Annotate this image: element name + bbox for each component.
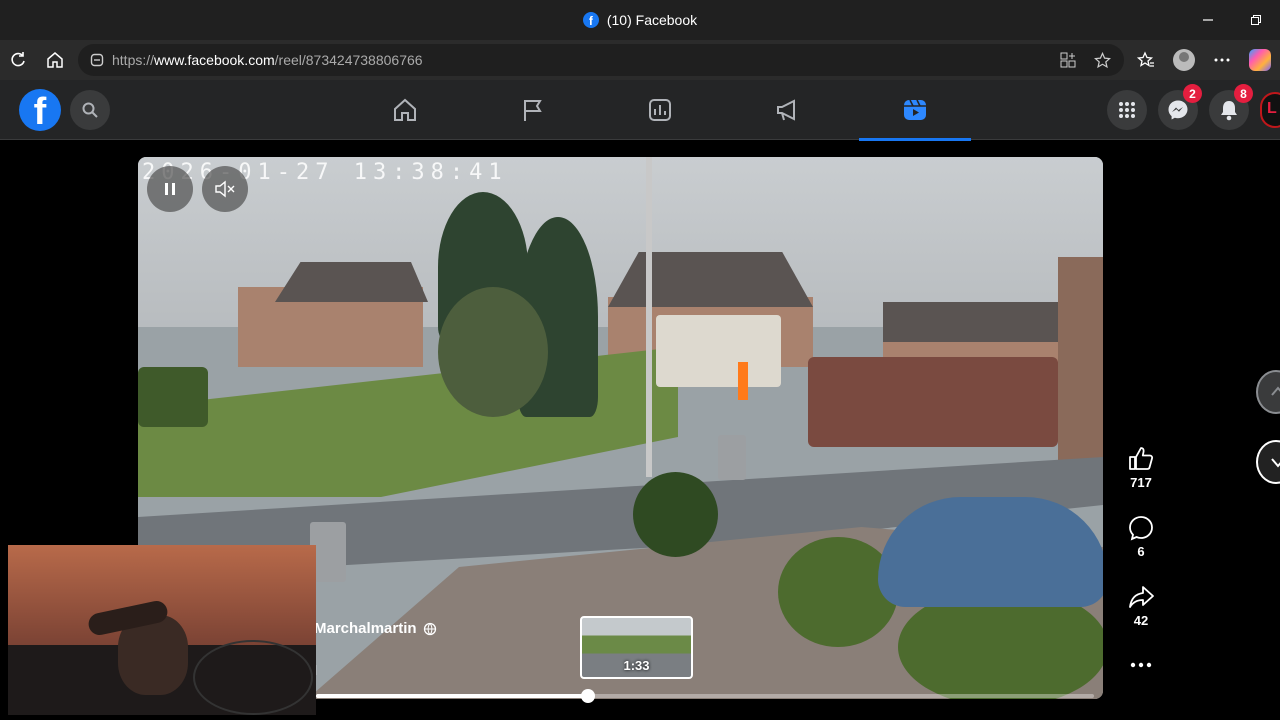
favorites-icon (1137, 51, 1154, 67)
share-count: 42 (1133, 613, 1149, 628)
url-text[interactable]: https://www.facebook.com/reel/8734247388… (112, 52, 423, 68)
toolbar-right (1128, 42, 1278, 78)
more-button[interactable] (1204, 42, 1240, 78)
messenger-icon (1168, 100, 1188, 120)
facebook-navbar: f 2 8 L (0, 80, 1280, 141)
globe-icon (423, 622, 436, 635)
more-options-action[interactable] (1112, 655, 1170, 675)
webcam-overlay (8, 545, 316, 715)
bell-icon (1221, 101, 1237, 121)
address-bar-actions (1054, 44, 1116, 76)
tab-home[interactable] (349, 80, 461, 140)
copilot-icon (1249, 49, 1271, 71)
facebook-logo[interactable]: f (19, 89, 61, 131)
megaphone-icon (777, 99, 795, 121)
address-bar[interactable]: https://www.facebook.com/reel/8734247388… (78, 44, 1124, 76)
share-icon (1129, 586, 1154, 608)
tab-title: (10) Facebook (606, 12, 698, 28)
chart-board-icon (649, 99, 671, 121)
home-icon (47, 52, 63, 68)
video-preview-thumbnail: 1:33 (580, 616, 693, 679)
profile-avatar-icon (1173, 49, 1195, 71)
restore-icon (1251, 15, 1261, 25)
favorites-button[interactable] (1128, 42, 1164, 78)
video-roof-middle (608, 252, 813, 307)
video-progress-fill (316, 694, 589, 698)
more-dots-icon (1214, 58, 1230, 62)
video-bush-1 (633, 472, 718, 557)
pause-button[interactable] (147, 166, 193, 212)
account-avatar-initial: L (1267, 100, 1277, 117)
account-avatar[interactable]: L (1260, 92, 1280, 128)
comment-action[interactable]: 6 (1112, 514, 1170, 559)
grid-menu-icon (1119, 102, 1135, 118)
like-action[interactable]: 717 (1112, 445, 1170, 490)
video-car (878, 497, 1103, 607)
profile-button[interactable] (1166, 42, 1202, 78)
notifications-button[interactable]: 8 (1209, 84, 1253, 130)
more-dots-icon (1130, 662, 1152, 668)
video-hedge-left (138, 367, 208, 427)
refresh-icon (11, 52, 25, 67)
facebook-search-button[interactable] (70, 90, 110, 130)
lock-icon[interactable] (86, 53, 108, 67)
pause-icon (165, 183, 175, 195)
author-name[interactable]: Marchalmartin (314, 620, 417, 637)
home-button[interactable] (37, 42, 73, 78)
restore-button[interactable] (1232, 0, 1280, 40)
url-domain: www.facebook.com (154, 52, 275, 68)
chevron-up-icon (1271, 386, 1280, 396)
tab-pages[interactable] (477, 80, 589, 140)
video-progress-bar[interactable] (316, 689, 1094, 703)
reel-author[interactable]: Marchalmartin (314, 620, 437, 637)
tab-reels[interactable] (859, 80, 971, 141)
flag-icon (524, 100, 542, 121)
menu-button[interactable] (1107, 90, 1147, 130)
thumbnail-duration: 1:33 (623, 658, 650, 673)
minimize-button[interactable] (1184, 0, 1232, 40)
messenger-badge: 2 (1183, 84, 1202, 103)
mute-button[interactable] (202, 166, 248, 212)
tab-ads[interactable] (732, 80, 844, 140)
app-available-icon[interactable] (1054, 46, 1082, 74)
thumbs-up-icon (1129, 447, 1154, 470)
refresh-button[interactable] (0, 42, 36, 78)
video-bush-2 (778, 537, 898, 647)
messenger-button[interactable]: 2 (1158, 84, 1202, 130)
url-prefix: https:// (112, 52, 155, 68)
copilot-button[interactable] (1242, 42, 1278, 78)
facebook-favicon-icon: f (582, 12, 599, 28)
url-path: /reel/873424738806766 (274, 52, 423, 68)
search-icon (82, 102, 98, 118)
favorite-star-icon[interactable] (1088, 46, 1116, 74)
video-timestamp-overlay: 2026-01-27 13:38:41 (142, 160, 508, 185)
window-titlebar: f (10) Facebook (0, 0, 1280, 40)
tab-dashboard[interactable] (604, 80, 716, 140)
video-worker (738, 362, 748, 400)
muted-speaker-icon (215, 180, 235, 198)
video-pole (646, 157, 652, 477)
home-icon (394, 98, 416, 121)
video-tree-3 (438, 287, 548, 417)
video-hedge (808, 357, 1058, 447)
video-bin-1 (718, 435, 746, 480)
video-truck (656, 315, 781, 387)
minimize-icon (1203, 19, 1213, 21)
chevron-down-icon (1271, 458, 1280, 468)
share-action[interactable]: 42 (1112, 583, 1170, 628)
notifications-badge: 8 (1234, 84, 1253, 103)
browser-toolbar: https://www.facebook.com/reel/8734247388… (0, 40, 1280, 80)
comment-count: 6 (1137, 544, 1145, 559)
like-count: 717 (1130, 475, 1152, 490)
window-controls (1184, 0, 1280, 40)
window-title: f (10) Facebook (582, 12, 698, 28)
comment-icon (1129, 516, 1153, 541)
reels-icon (904, 99, 926, 120)
webcam-shirt-logo (193, 640, 313, 715)
